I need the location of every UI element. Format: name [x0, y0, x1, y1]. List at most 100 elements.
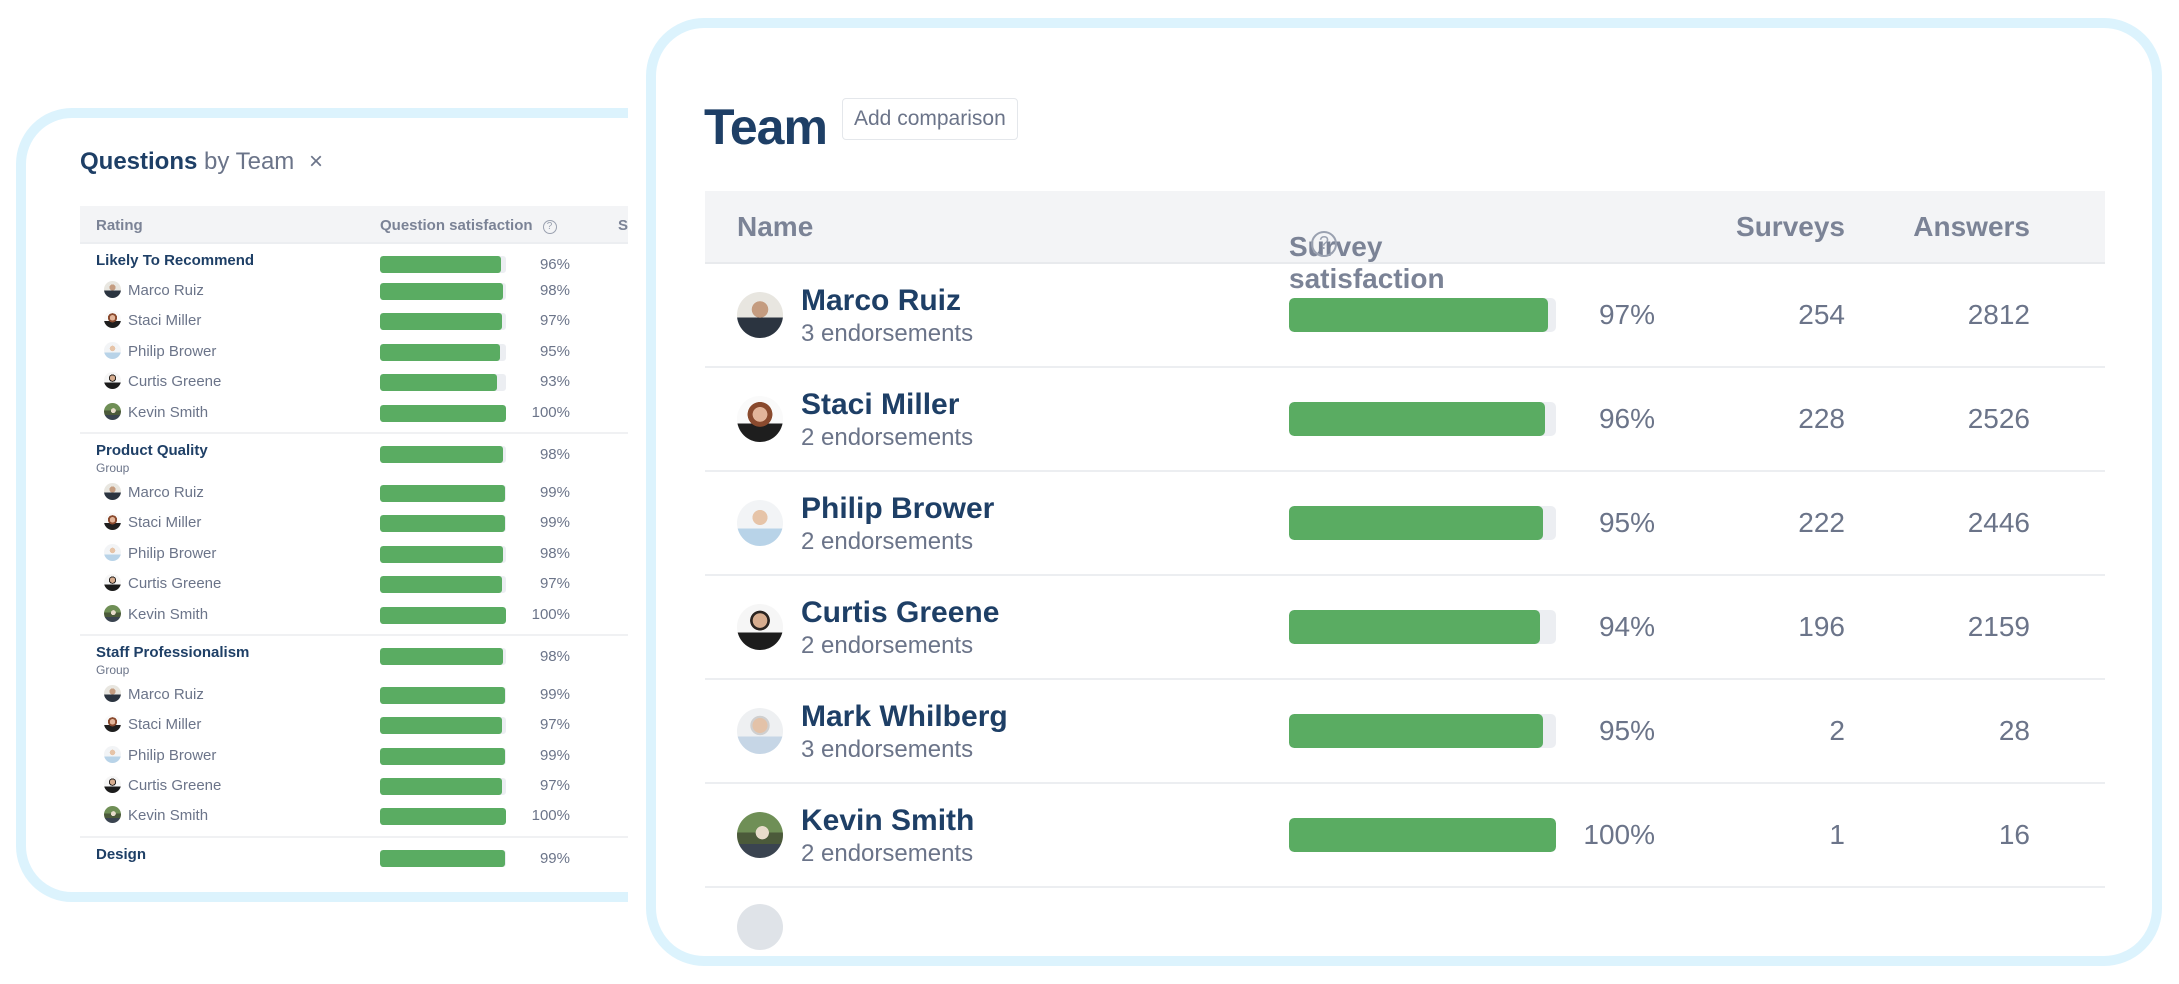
questions-table-header: Rating Question satisfaction? S [80, 206, 628, 244]
question-group-row[interactable]: Design 99% [80, 838, 628, 868]
member-name: Curtis Greene [128, 575, 222, 593]
add-comparison-button[interactable]: Add comparison [842, 98, 1018, 140]
table-row[interactable]: Kevin Smith 2 endorsements 100% 1 16 [705, 784, 2105, 888]
satisfaction-bar [380, 545, 506, 563]
satisfaction-value: 94% [1598, 611, 1655, 642]
member-row[interactable]: Kevin Smith 100% [80, 799, 628, 829]
column-header-answers[interactable]: Answers [1913, 211, 2030, 243]
satisfaction-value: 98% [539, 544, 570, 562]
team-table-body: Marco Ruiz 3 endorsements 97% 254 2812 Staci … [705, 264, 2105, 888]
satisfaction-bar-fill [380, 808, 506, 826]
member-row[interactable]: Kevin Smith 100% [80, 396, 628, 426]
satisfaction-bar [380, 313, 506, 331]
member-name: Marco Ruiz [128, 483, 204, 501]
title-questions: Questions [80, 148, 198, 175]
member-name[interactable]: Curtis Greene [801, 596, 999, 630]
close-icon[interactable]: × [309, 148, 323, 175]
satisfaction-bar-fill [380, 374, 498, 392]
member-row[interactable]: Philip Brower 98% [80, 537, 628, 567]
member-name: Staci Miller [128, 514, 202, 532]
satisfaction-bar [380, 283, 506, 300]
table-row[interactable]: Philip Brower 2 endorsements 95% 222 2446 [705, 472, 2105, 576]
satisfaction-value: 98% [539, 647, 570, 665]
column-header-question-satisfaction[interactable]: Question satisfaction? [380, 217, 557, 234]
satisfaction-bar [380, 374, 506, 392]
member-name: Staci Miller [128, 716, 202, 734]
endorsement-count: 2 endorsements [801, 424, 974, 451]
member-row[interactable]: Staci Miller 97% [80, 708, 628, 738]
satisfaction-value: 93% [539, 373, 570, 391]
satisfaction-bar [380, 606, 506, 624]
avatar [104, 684, 121, 702]
column-header-name[interactable]: Name [737, 211, 813, 243]
table-row[interactable]: Marco Ruiz 3 endorsements 97% 254 2812 [705, 264, 2105, 368]
member-name[interactable]: Philip Brower [801, 492, 994, 526]
surveys-count: 2 [1829, 715, 1845, 746]
member-name[interactable]: Marco Ruiz [801, 284, 961, 318]
member-name[interactable]: Staci Miller [801, 388, 959, 422]
satisfaction-value: 99% [539, 849, 570, 867]
question-group-row[interactable]: Staff Professionalism Group 98% [80, 636, 628, 678]
satisfaction-bar-fill [380, 849, 505, 867]
table-row[interactable]: Curtis Greene 2 endorsements 94% 196 2159 [705, 576, 2105, 680]
answers-count: 2812 [1967, 299, 2030, 330]
satisfaction-bar [380, 686, 506, 704]
column-header-surveys[interactable]: Surveys [1736, 211, 1845, 243]
avatar [104, 372, 121, 390]
answers-count: 16 [1998, 819, 2030, 850]
member-row[interactable]: Kevin Smith 100% [80, 598, 628, 628]
help-icon[interactable]: ? [542, 220, 557, 234]
member-row[interactable]: Staci Miller 99% [80, 506, 628, 536]
surveys-count: 254 [1798, 299, 1845, 330]
avatar [737, 812, 783, 858]
question-group: Staff Professionalism Group 98% Marco Ruiz 9… [80, 636, 628, 838]
avatar [104, 715, 121, 733]
member-row[interactable]: Marco Ruiz 98% [80, 274, 628, 304]
avatar [104, 543, 121, 561]
member-name: Philip Brower [128, 544, 217, 562]
table-row[interactable]: Mark Whilberg 3 endorsements 95% 2 28 [705, 680, 2105, 784]
member-name[interactable]: Mark Whilberg [801, 700, 1008, 734]
satisfaction-bar [380, 484, 506, 502]
question-name: Design [96, 845, 147, 863]
column-header-rating[interactable]: Rating [96, 217, 143, 234]
member-name[interactable]: Kevin Smith [801, 804, 974, 838]
satisfaction-value: 100% [531, 403, 570, 421]
satisfaction-bar-fill [380, 313, 503, 331]
question-group-row[interactable]: Product Quality Group 98% [80, 434, 628, 476]
avatar [104, 604, 121, 622]
satisfaction-bar [380, 808, 506, 826]
member-name: Kevin Smith [128, 605, 209, 623]
satisfaction-bar [380, 404, 506, 422]
questions-panel-title: Questions by Team × [80, 148, 323, 176]
member-row[interactable]: Marco Ruiz 99% [80, 476, 628, 506]
member-row[interactable]: Curtis Greene 93% [80, 365, 628, 395]
member-row[interactable]: Curtis Greene 97% [80, 769, 628, 799]
member-row[interactable]: Philip Brower 95% [80, 335, 628, 365]
satisfaction-value: 99% [539, 685, 570, 703]
satisfaction-bar-fill [380, 343, 500, 361]
avatar [104, 776, 121, 794]
satisfaction-value: 99% [539, 746, 570, 764]
question-group-label: Group [96, 662, 130, 677]
member-row[interactable]: Philip Brower 99% [80, 739, 628, 769]
satisfaction-bar-fill [380, 283, 504, 300]
answers-count: 2526 [1967, 403, 2030, 434]
team-panel: Team Add comparison Name Survey satisfac… [646, 18, 2162, 966]
answers-count: 2446 [1967, 507, 2030, 538]
avatar [737, 292, 783, 338]
satisfaction-bar-fill [380, 686, 505, 704]
member-name: Curtis Greene [128, 373, 222, 391]
question-group-row[interactable]: Likely To Recommend 96% [80, 244, 628, 274]
table-row[interactable]: Staci Miller 2 endorsements 96% 228 2526 [705, 368, 2105, 472]
satisfaction-value: 100% [531, 605, 570, 623]
column-header-survey-truncated[interactable]: S [618, 217, 628, 234]
member-row[interactable]: Curtis Greene 97% [80, 567, 628, 597]
satisfaction-bar-fill [1289, 610, 1540, 644]
help-icon[interactable]: ? [1311, 231, 1337, 257]
member-row[interactable]: Staci Miller 97% [80, 304, 628, 334]
member-name: Marco Ruiz [128, 282, 204, 299]
satisfaction-bar-fill [380, 515, 505, 533]
satisfaction-bar [380, 256, 506, 273]
member-row[interactable]: Marco Ruiz 99% [80, 678, 628, 708]
